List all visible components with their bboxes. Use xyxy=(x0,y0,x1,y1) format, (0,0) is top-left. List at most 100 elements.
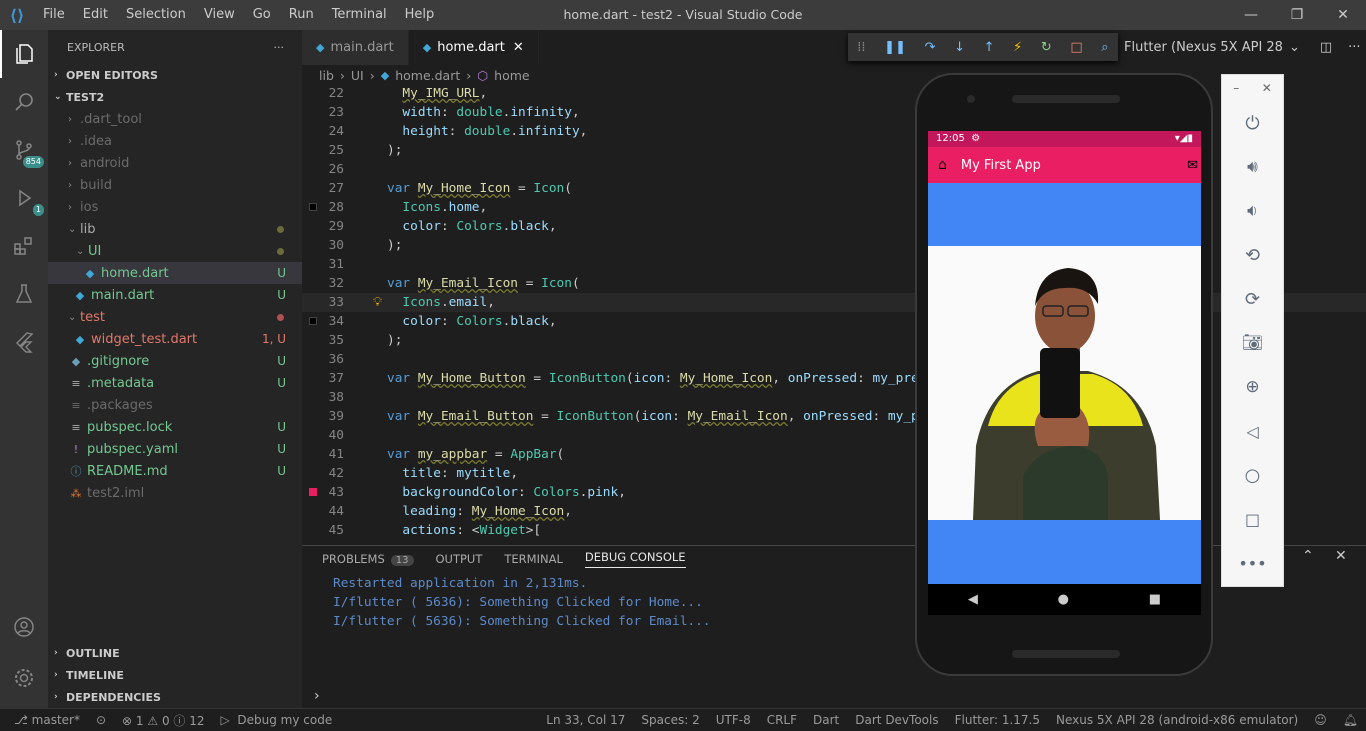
device-selector[interactable]: Flutter (Nexus 5X API 28 ⌄ ◫ ··· xyxy=(1124,35,1361,59)
menu-go[interactable]: Go xyxy=(244,0,280,30)
sync-icon[interactable]: ⊙ xyxy=(88,713,114,727)
close-emulator-icon[interactable]: ✕ xyxy=(1262,81,1272,95)
breadcrumb-lib[interactable]: lib xyxy=(319,68,334,83)
close-tab-icon[interactable]: ✕ xyxy=(513,40,524,55)
extensions-activity[interactable] xyxy=(0,222,48,270)
debug-status[interactable]: ▷ Debug my code xyxy=(213,713,341,727)
inspect-icon[interactable]: ⌕ xyxy=(1101,40,1108,55)
tab-problems[interactable]: PROBLEMS 13 xyxy=(322,552,414,566)
menu-help[interactable]: Help xyxy=(396,0,444,30)
tree-item[interactable]: ! pubspec.yaml U xyxy=(48,438,302,460)
tree-item[interactable]: › .idea xyxy=(48,130,302,152)
testing-activity[interactable] xyxy=(0,270,48,318)
breadcrumb-ui[interactable]: UI xyxy=(351,68,364,83)
minimize-button[interactable]: — xyxy=(1228,0,1274,30)
tree-item[interactable]: ⌄ UI xyxy=(48,240,302,262)
search-activity[interactable] xyxy=(0,78,48,126)
menu-view[interactable]: View xyxy=(195,0,244,30)
tab-output[interactable]: OUTPUT xyxy=(436,552,483,566)
tree-item[interactable]: ⌄ lib xyxy=(48,218,302,240)
indentation[interactable]: Spaces: 2 xyxy=(633,713,707,727)
source-control-activity[interactable]: 854 xyxy=(0,126,48,174)
tree-item[interactable]: ◆ .gitignore U xyxy=(48,350,302,372)
menu-selection[interactable]: Selection xyxy=(117,0,195,30)
close-window-button[interactable]: ✕ xyxy=(1320,0,1366,30)
language-mode[interactable]: Dart xyxy=(805,713,847,727)
rotate-right-button[interactable]: ⟳ xyxy=(1222,277,1283,321)
drag-handle-icon[interactable]: ⁞⁞ xyxy=(857,40,865,55)
breadcrumb-file[interactable]: home.dart xyxy=(395,68,460,83)
problems-status[interactable]: ⊗ 1 ⚠ 0 ⓘ 12 xyxy=(114,712,212,729)
line-endings[interactable]: CRLF xyxy=(759,713,805,727)
tab-terminal[interactable]: TERMINAL xyxy=(504,552,562,566)
tab-home-dart[interactable]: ◆ home.dart ✕ xyxy=(408,30,539,65)
split-editor-icon[interactable]: ◫ xyxy=(1320,40,1332,55)
emulator-screen[interactable]: 12:05 ⚙ ▾◢▮ ⌂ My First App ✉ ◀ ● ■ xyxy=(928,131,1201,615)
step-into-icon[interactable]: ↓ xyxy=(954,40,965,55)
step-over-icon[interactable]: ↷ xyxy=(925,40,936,55)
tree-item[interactable]: › android xyxy=(48,152,302,174)
close-panel-icon[interactable]: ✕ xyxy=(1335,548,1347,564)
cursor-position[interactable]: Ln 33, Col 17 xyxy=(538,713,633,727)
tree-item[interactable]: ◆ main.dart U xyxy=(48,284,302,306)
more-button[interactable]: ••• xyxy=(1222,541,1283,585)
step-out-icon[interactable]: ↑ xyxy=(984,40,995,55)
more-actions-icon[interactable]: ··· xyxy=(274,41,285,54)
menu-file[interactable]: File xyxy=(34,0,74,30)
tree-item[interactable]: ⁂ test2.iml xyxy=(48,482,302,504)
branch-status[interactable]: ⎇ master* xyxy=(0,713,88,727)
tab-main-dart[interactable]: ◆ main.dart xyxy=(302,30,409,65)
console-input[interactable]: › xyxy=(302,688,1366,708)
lightbulb-icon[interactable]: 💡︎ xyxy=(373,293,382,312)
tree-item[interactable]: ≡ pubspec.lock U xyxy=(48,416,302,438)
back-icon[interactable]: ◀ xyxy=(968,592,978,607)
run-activity[interactable]: 1 xyxy=(0,174,48,222)
pause-icon[interactable]: ❚❚ xyxy=(884,40,906,55)
project-section[interactable]: ⌄ TEST2 xyxy=(48,86,302,108)
explorer-activity[interactable] xyxy=(0,30,48,78)
overview-button[interactable]: □ xyxy=(1222,497,1283,541)
tree-item[interactable]: › .dart_tool xyxy=(48,108,302,130)
screenshot-button[interactable]: 📷︎ xyxy=(1222,321,1283,365)
hot-reload-icon[interactable]: ⚡ xyxy=(1013,40,1022,55)
open-editors-section[interactable]: › OPEN EDITORS xyxy=(48,64,302,86)
tree-item[interactable]: ≡ .metadata U xyxy=(48,372,302,394)
more-actions-icon[interactable]: ··· xyxy=(1348,40,1360,55)
stop-icon[interactable]: □ xyxy=(1070,40,1082,55)
restart-icon[interactable]: ↻ xyxy=(1041,40,1052,55)
flutter-version[interactable]: Flutter: 1.17.5 xyxy=(947,713,1048,727)
home-nav-icon[interactable]: ● xyxy=(1058,592,1069,607)
tree-item[interactable]: ⌄ test xyxy=(48,306,302,328)
tree-item[interactable]: › build xyxy=(48,174,302,196)
accounts-activity[interactable] xyxy=(0,603,48,651)
feedback-icon[interactable]: ☺ xyxy=(1306,713,1335,727)
outline-section[interactable]: › OUTLINE xyxy=(48,642,302,664)
email-icon[interactable]: ✉ xyxy=(1187,158,1198,173)
volume-down-button[interactable]: 🔉︎ xyxy=(1222,189,1283,233)
maximize-panel-icon[interactable]: ⌃ xyxy=(1302,548,1314,564)
menu-run[interactable]: Run xyxy=(280,0,323,30)
power-button[interactable]: ⏻ xyxy=(1222,101,1283,145)
tree-item[interactable]: ⓘ README.md U xyxy=(48,460,302,482)
home-icon[interactable]: ⌂ xyxy=(938,157,947,173)
tree-item[interactable]: ≡ .packages xyxy=(48,394,302,416)
breadcrumb-symbol[interactable]: home xyxy=(494,68,529,83)
notifications-icon[interactable]: 🔔︎ xyxy=(1335,713,1366,727)
back-button[interactable]: ◁ xyxy=(1222,409,1283,453)
tree-item[interactable]: ◆ home.dart U xyxy=(48,262,302,284)
tree-item[interactable]: › ios xyxy=(48,196,302,218)
flutter-activity[interactable] xyxy=(0,318,48,366)
dart-devtools[interactable]: Dart DevTools xyxy=(847,713,946,727)
maximize-button[interactable]: ❐ xyxy=(1274,0,1320,30)
zoom-button[interactable]: ⊕ xyxy=(1222,365,1283,409)
volume-up-button[interactable]: 🔊︎ xyxy=(1222,145,1283,189)
timeline-section[interactable]: › TIMELINE xyxy=(48,664,302,686)
recents-icon[interactable]: ■ xyxy=(1149,592,1161,607)
manage-activity[interactable] xyxy=(0,654,48,702)
device-status[interactable]: Nexus 5X API 28 (android-x86 emulator) xyxy=(1048,713,1306,727)
tab-debug-console[interactable]: DEBUG CONSOLE xyxy=(584,550,686,568)
tree-item[interactable]: ◆ widget_test.dart 1, U xyxy=(48,328,302,350)
minimize-emulator-icon[interactable]: – xyxy=(1233,81,1239,95)
rotate-left-button[interactable]: ⟲ xyxy=(1222,233,1283,277)
encoding[interactable]: UTF-8 xyxy=(708,713,759,727)
